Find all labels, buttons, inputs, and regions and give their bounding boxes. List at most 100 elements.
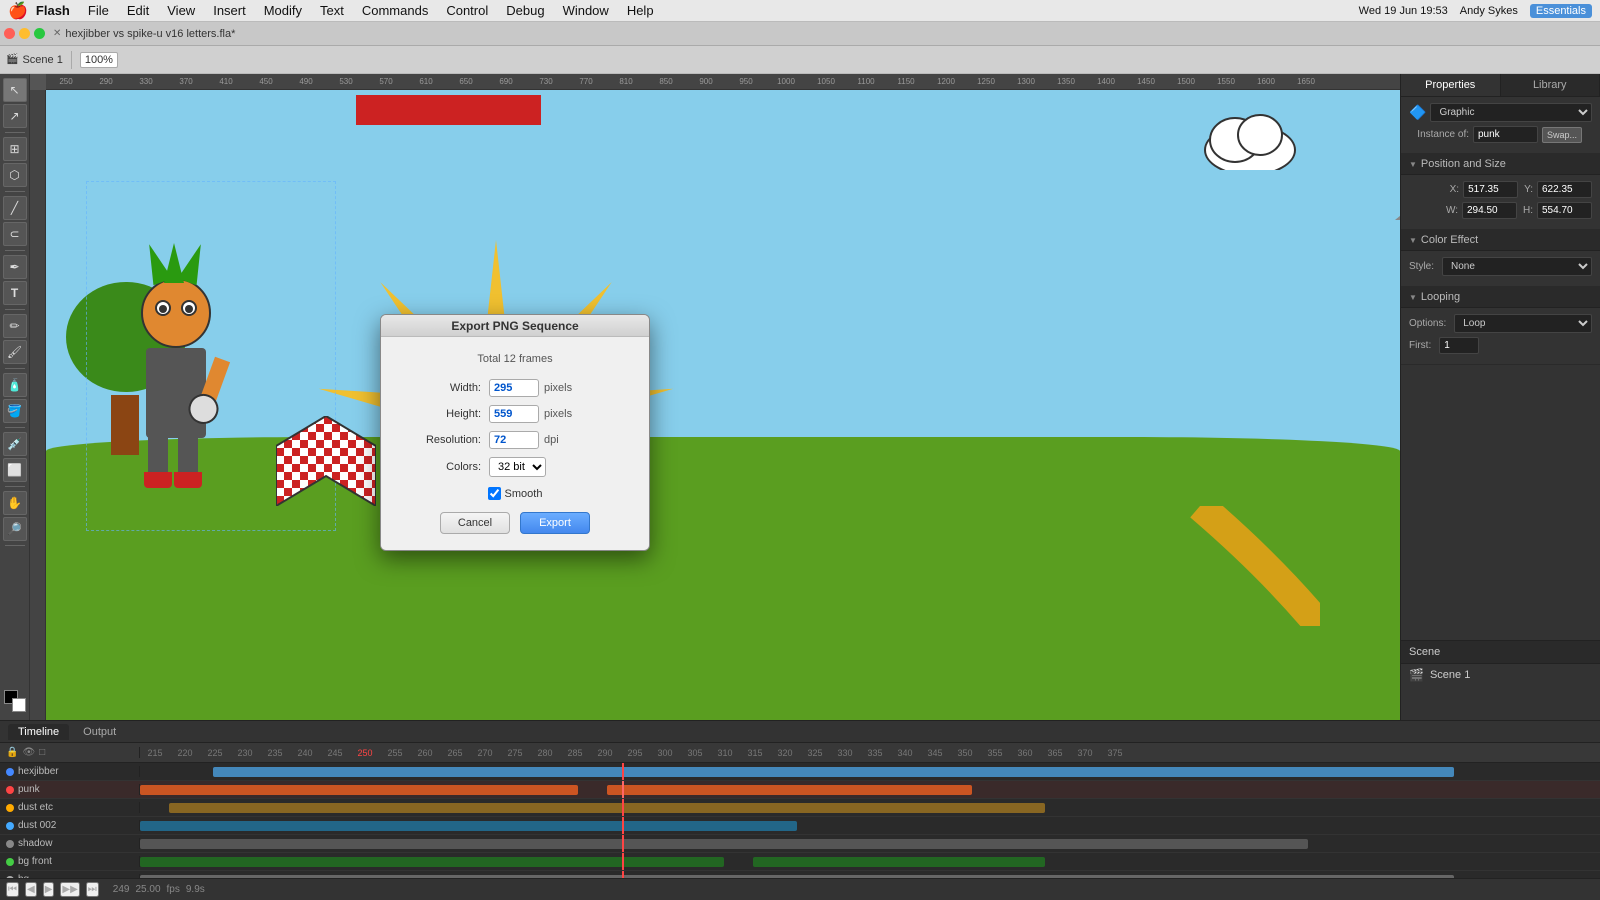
- dialog-info: Total 12 frames: [401, 353, 629, 365]
- brush-tool[interactable]: 🖌: [3, 340, 27, 364]
- essentials-btn[interactable]: Essentials: [1530, 4, 1592, 18]
- h-input[interactable]: [1537, 202, 1592, 219]
- tab-timeline[interactable]: Timeline: [8, 724, 69, 740]
- frame-num: 325: [800, 748, 830, 758]
- menu-commands[interactable]: Commands: [354, 1, 436, 20]
- hand-tool[interactable]: ✋: [3, 491, 27, 515]
- layer-name-punk[interactable]: punk: [0, 784, 140, 795]
- layer-dust-etc: dust etc: [0, 799, 1600, 817]
- menu-view[interactable]: View: [159, 1, 203, 20]
- scene-icon: 🎬: [1409, 668, 1424, 682]
- position-size-header[interactable]: Position and Size: [1401, 154, 1600, 175]
- ink-bottle-tool[interactable]: 🧴: [3, 373, 27, 397]
- layer-frames-bg-front[interactable]: [140, 853, 1600, 870]
- layer-frames-bg[interactable]: [140, 871, 1600, 878]
- colors-select[interactable]: 32 bit 24 bit 8 bit: [489, 457, 546, 477]
- swap-button[interactable]: Swap...: [1542, 127, 1582, 143]
- instance-of-input[interactable]: [1473, 126, 1538, 143]
- layer-name-shadow[interactable]: shadow: [0, 838, 140, 849]
- style-select[interactable]: None Brightness Tint Alpha Advanced: [1442, 257, 1592, 276]
- go-to-start-button[interactable]: ⏮: [6, 882, 19, 897]
- layer-name-bg-front[interactable]: bg front: [0, 856, 140, 867]
- minimize-button[interactable]: [19, 28, 30, 39]
- frame-num: 285: [560, 748, 590, 758]
- frame-num: 340: [890, 748, 920, 758]
- fps-display: 25.00: [135, 884, 160, 895]
- eyedropper-tool[interactable]: 💉: [3, 432, 27, 456]
- tab-library[interactable]: Library: [1501, 74, 1600, 96]
- go-to-end-button[interactable]: ⏭: [86, 882, 99, 897]
- stage[interactable]: [46, 90, 1400, 720]
- menu-modify[interactable]: Modify: [256, 1, 310, 20]
- layer-frames-punk[interactable]: [140, 781, 1600, 798]
- layer-name-dust-etc[interactable]: dust etc: [0, 802, 140, 813]
- line-tool[interactable]: ╱: [3, 196, 27, 220]
- eraser-tool[interactable]: ⬜: [3, 458, 27, 482]
- text-tool[interactable]: T: [3, 281, 27, 305]
- step-forward-button[interactable]: ▶▶: [60, 882, 79, 897]
- close-button[interactable]: [4, 28, 15, 39]
- x-input[interactable]: [1463, 181, 1518, 198]
- cancel-button[interactable]: Cancel: [440, 512, 510, 534]
- tab-properties[interactable]: Properties: [1401, 74, 1501, 96]
- layer-bar-bg-front-1: [140, 857, 724, 867]
- lasso-tool[interactable]: ⊂: [3, 222, 27, 246]
- layer-name-hexjibber[interactable]: hexjibber: [0, 766, 140, 777]
- zoom-tool[interactable]: 🔎: [3, 517, 27, 541]
- paint-bucket-tool[interactable]: 🪣: [3, 399, 27, 423]
- menu-debug[interactable]: Debug: [498, 1, 552, 20]
- menu-file[interactable]: File: [80, 1, 117, 20]
- options-select[interactable]: Loop Play Once Single Frame: [1454, 314, 1592, 333]
- height-input[interactable]: [489, 405, 539, 423]
- pen-tool[interactable]: ✒: [3, 255, 27, 279]
- graphic-type-select[interactable]: Graphic: [1430, 103, 1592, 122]
- free-transform-tool[interactable]: ⊞: [3, 137, 27, 161]
- apple-menu[interactable]: 🍎: [8, 1, 28, 21]
- smooth-checkbox[interactable]: [488, 487, 501, 500]
- select-tool[interactable]: ↖: [3, 78, 27, 102]
- first-input[interactable]: [1439, 337, 1479, 354]
- gradient-tool[interactable]: ⬡: [3, 163, 27, 187]
- subselect-tool[interactable]: ↗: [3, 104, 27, 128]
- w-input[interactable]: [1462, 202, 1517, 219]
- resolution-input[interactable]: [489, 431, 539, 449]
- layer-frames-dust-etc[interactable]: [140, 799, 1600, 816]
- ruler-tick: 450: [246, 77, 286, 86]
- layer-frames-hexjibber[interactable]: [140, 763, 1600, 780]
- menu-text[interactable]: Text: [312, 1, 352, 20]
- menu-control[interactable]: Control: [438, 1, 496, 20]
- play-button[interactable]: ▶: [43, 882, 55, 897]
- frame-num: 240: [290, 748, 320, 758]
- file-tab[interactable]: hexjibber vs spike-u v16 letters.fla*: [65, 28, 235, 40]
- frame-num: 270: [470, 748, 500, 758]
- color-effect-header[interactable]: Color Effect: [1401, 230, 1600, 251]
- character-eye-left: [155, 300, 171, 316]
- timeline-tabs: Timeline Output: [0, 721, 1600, 743]
- layer-name-dust-002[interactable]: dust 002: [0, 820, 140, 831]
- layer-frames-dust-002[interactable]: [140, 817, 1600, 834]
- export-button[interactable]: Export: [520, 512, 590, 534]
- layer-header-label: 🔒 👁 □: [0, 747, 140, 758]
- tab-output[interactable]: Output: [73, 724, 126, 740]
- step-back-button[interactable]: ◀: [25, 882, 37, 897]
- fill-color-swatch[interactable]: [12, 698, 26, 712]
- pencil-tool[interactable]: ✏: [3, 314, 27, 338]
- width-input[interactable]: [489, 379, 539, 397]
- layer-label-dust-etc: dust etc: [18, 802, 53, 813]
- looping-collapse-icon: [1409, 291, 1417, 303]
- ruler-tick: 1600: [1246, 77, 1286, 86]
- layer-label-bg-front: bg front: [18, 856, 52, 867]
- layer-bar-bg: [140, 875, 1454, 878]
- zoom-level[interactable]: 100%: [80, 52, 118, 68]
- y-input[interactable]: [1537, 181, 1592, 198]
- layer-frames-shadow[interactable]: [140, 835, 1600, 852]
- maximize-button[interactable]: [34, 28, 45, 39]
- ruler-tick: 1350: [1046, 77, 1086, 86]
- looping-header[interactable]: Looping: [1401, 287, 1600, 308]
- scene-item[interactable]: 🎬 Scene 1: [1401, 664, 1600, 686]
- menu-insert[interactable]: Insert: [205, 1, 254, 20]
- menu-window[interactable]: Window: [555, 1, 617, 20]
- color-effect-title: Color Effect: [1421, 234, 1478, 246]
- menu-edit[interactable]: Edit: [119, 1, 157, 20]
- menu-help[interactable]: Help: [619, 1, 662, 20]
